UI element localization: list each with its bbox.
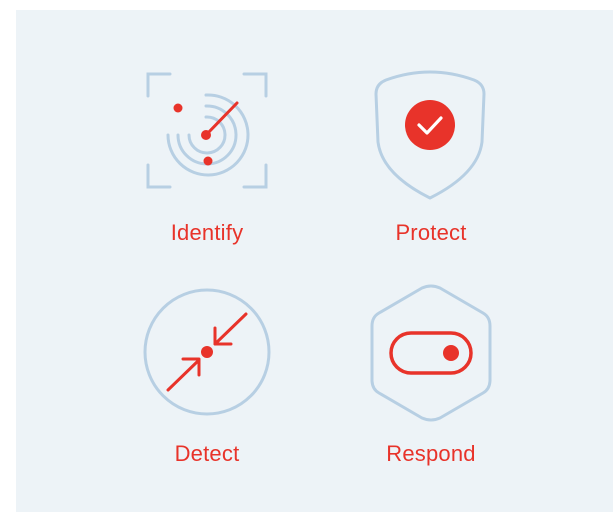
functions-panel (16, 10, 613, 512)
detect-label: Detect (174, 441, 240, 466)
toggle-switch-icon (370, 284, 492, 422)
target-converge-icon (143, 288, 271, 416)
respond-label: Respond (386, 441, 476, 466)
radar-scan-icon (146, 72, 268, 189)
identify-label: Identify (170, 220, 244, 245)
protect-label: Protect (395, 220, 467, 245)
shield-check-icon (374, 70, 486, 200)
